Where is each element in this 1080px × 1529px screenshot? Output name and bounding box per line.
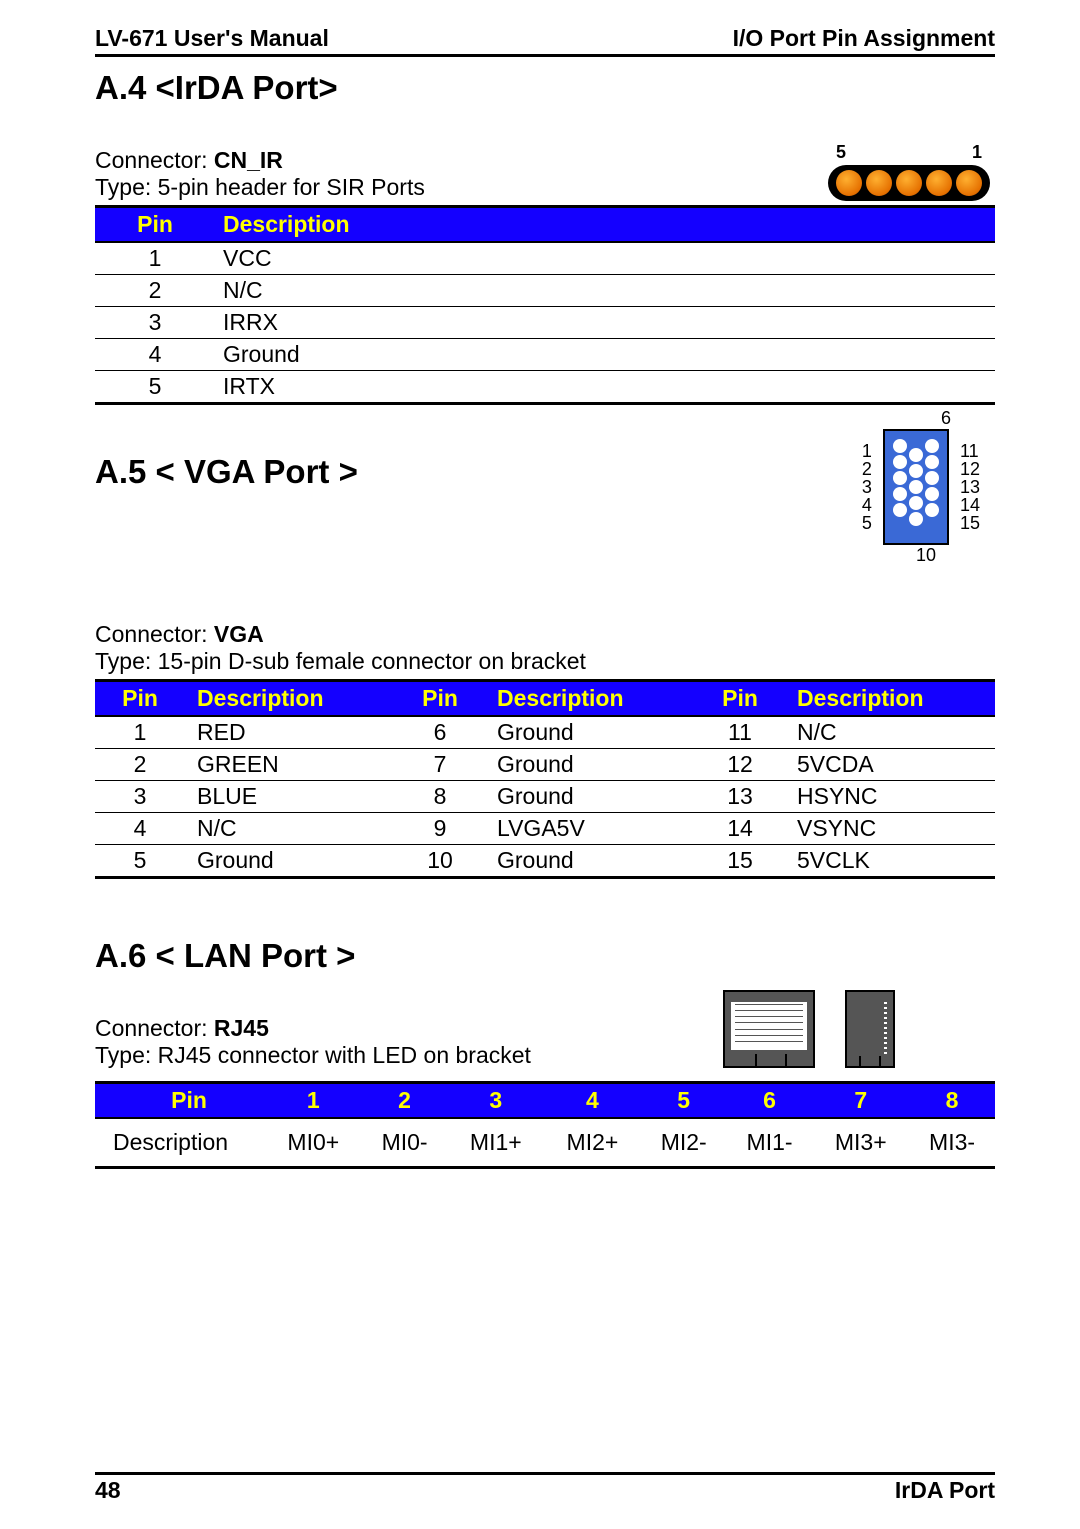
section-a4-title: A.4 <IrDA Port> <box>95 69 995 107</box>
a5-connector-line: Connector: VGA <box>95 621 995 648</box>
pin-icon <box>893 487 907 501</box>
pin-icon <box>925 439 939 453</box>
col-desc: Description <box>185 681 395 717</box>
lan-pin-table: Pin 1 2 3 4 5 6 7 8 Description MI0+ MI0… <box>95 1081 995 1169</box>
irda-connector-diagram: 5 1 <box>828 142 990 201</box>
pin-icon <box>925 503 939 517</box>
footer-section: IrDA Port <box>895 1477 995 1504</box>
col-pin: 8 <box>909 1083 995 1119</box>
pin-icon <box>893 471 907 485</box>
col-pin: Pin <box>95 207 215 243</box>
vga-pin-label: 3 <box>862 478 872 496</box>
col-pin: Pin <box>695 681 785 717</box>
header-right: I/O Port Pin Assignment <box>733 25 995 52</box>
table-row: 4Ground <box>95 339 995 371</box>
table-row: 1VCC <box>95 242 995 275</box>
irda-pin-label-5: 5 <box>836 142 846 163</box>
section-a5-title: A.5 < VGA Port > <box>95 453 995 491</box>
pin-icon <box>893 503 907 517</box>
table-row: 5IRTX <box>95 371 995 404</box>
vga-pin-label-6: 6 <box>862 408 980 429</box>
col-pin-label: Pin <box>95 1083 265 1119</box>
section-a6-title: A.6 < LAN Port > <box>95 937 995 975</box>
irda-connector-body <box>828 165 990 201</box>
vga-pin-label: 4 <box>862 496 872 514</box>
table-row: 5Ground10Ground155VCLK <box>95 845 995 878</box>
vga-connector-body <box>883 429 949 545</box>
header-left: LV-671 User's Manual <box>95 25 329 52</box>
pin-icon <box>925 487 939 501</box>
page-number: 48 <box>95 1477 121 1504</box>
page-footer: 48 IrDA Port <box>95 1472 995 1504</box>
pin-icon <box>909 480 923 494</box>
col-pin: 1 <box>265 1083 362 1119</box>
lan-connector-diagram <box>723 990 895 1068</box>
pin-icon <box>893 455 907 469</box>
pin-icon <box>866 170 892 196</box>
pin-icon <box>836 170 862 196</box>
header-rule <box>95 54 995 57</box>
col-pin: 6 <box>727 1083 813 1119</box>
vga-pin-label: 11 <box>960 442 980 460</box>
vga-pin-table: Pin Description Pin Description Pin Desc… <box>95 679 995 879</box>
col-pin: 2 <box>362 1083 448 1119</box>
col-desc: Description <box>785 681 995 717</box>
col-desc: Description <box>485 681 695 717</box>
col-pin: 5 <box>641 1083 727 1119</box>
vga-pin-label: 15 <box>960 514 980 532</box>
pin-icon <box>909 496 923 510</box>
vga-connector-diagram: 6 1 2 3 4 5 <box>862 408 980 566</box>
vga-pin-label: 12 <box>960 460 980 478</box>
pin-icon <box>926 170 952 196</box>
table-row: 3IRRX <box>95 307 995 339</box>
page-header: LV-671 User's Manual I/O Port Pin Assign… <box>95 25 995 52</box>
pin-icon <box>956 170 982 196</box>
vga-pin-label: 14 <box>960 496 980 514</box>
pin-icon <box>925 471 939 485</box>
table-row: 4N/C9LVGA5V14VSYNC <box>95 813 995 845</box>
table-row: 3BLUE8Ground13HSYNC <box>95 781 995 813</box>
col-pin: Pin <box>395 681 485 717</box>
a5-type-line: Type: 15-pin D-sub female connector on b… <box>95 648 995 675</box>
vga-pin-label: 1 <box>862 442 872 460</box>
pin-icon <box>909 512 923 526</box>
vga-pin-label: 2 <box>862 460 872 478</box>
col-spacer <box>465 207 995 243</box>
vga-pin-label-10: 10 <box>862 545 980 566</box>
rj45-jack-icon <box>723 990 815 1068</box>
col-pin: 3 <box>447 1083 544 1119</box>
irda-pin-label-1: 1 <box>972 142 982 163</box>
col-pin: 4 <box>544 1083 641 1119</box>
table-row: 2N/C <box>95 275 995 307</box>
vga-pin-label: 5 <box>862 514 872 532</box>
row-desc-label: Description <box>95 1118 265 1168</box>
rj45-jack-icon <box>845 990 895 1068</box>
table-row: 1RED6Ground11N/C <box>95 716 995 749</box>
table-row: 2GREEN7Ground125VCDA <box>95 749 995 781</box>
table-row: Description MI0+ MI0- MI1+ MI2+ MI2- MI1… <box>95 1118 995 1168</box>
col-pin: 7 <box>812 1083 909 1119</box>
pin-icon <box>896 170 922 196</box>
col-pin: Pin <box>95 681 185 717</box>
irda-pin-table: Pin Description 1VCC 2N/C 3IRRX 4Ground … <box>95 205 995 405</box>
pin-icon <box>893 439 907 453</box>
col-desc: Description <box>215 207 465 243</box>
pin-icon <box>925 455 939 469</box>
vga-pin-label: 13 <box>960 478 980 496</box>
pin-icon <box>909 448 923 462</box>
pin-icon <box>909 464 923 478</box>
